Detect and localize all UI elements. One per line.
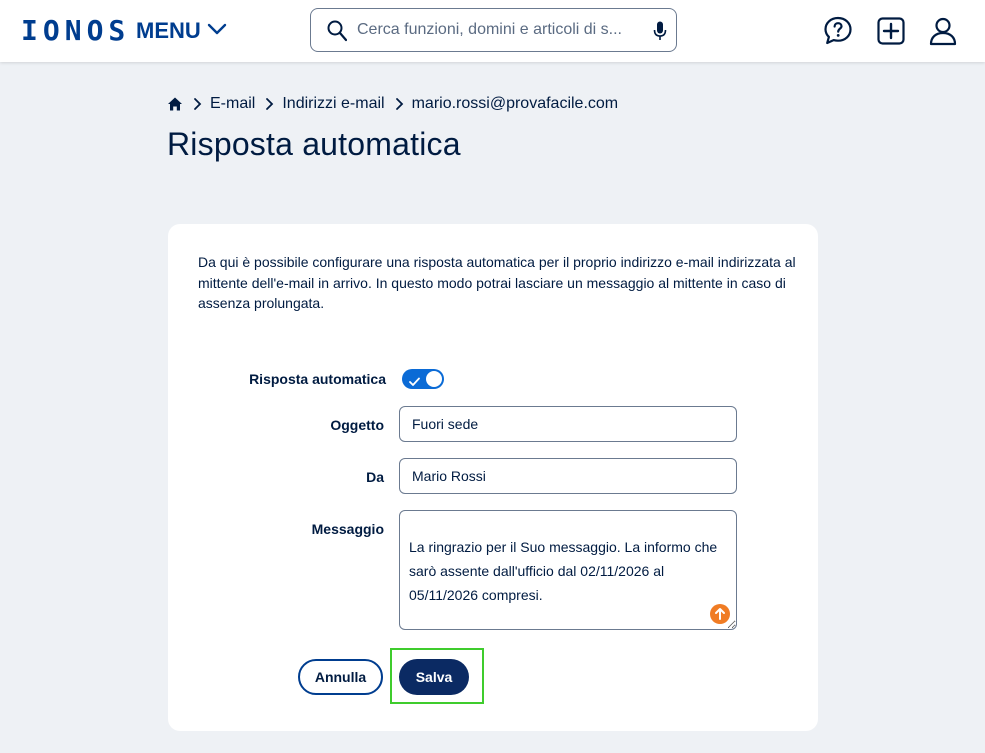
message-label: Messaggio — [311, 521, 384, 537]
cancel-button[interactable]: Annulla — [298, 659, 383, 695]
breadcrumb-link-email[interactable]: E-mail — [210, 94, 255, 114]
search-icon — [327, 20, 348, 42]
auto-reply-toggle[interactable] — [402, 369, 444, 389]
menu-label: MENU — [136, 18, 201, 43]
top-header: IONOS MENU — [0, 0, 985, 62]
page-title: Risposta automatica — [167, 126, 461, 162]
breadcrumb-link-addresses[interactable]: Indirizzi e-mail — [282, 94, 384, 114]
chevron-right-icon — [395, 97, 404, 111]
from-input[interactable] — [399, 458, 737, 494]
ionos-logo[interactable]: IONOS — [21, 17, 130, 45]
auto-reply-card: Da qui è possibile configurare una rispo… — [168, 224, 818, 731]
auto-reply-label: Risposta automatica — [249, 371, 386, 387]
check-icon — [409, 374, 420, 386]
breadcrumb: E-mail Indirizzi e-mail mario.rossi@prov… — [167, 94, 618, 114]
add-icon[interactable] — [875, 15, 907, 47]
toggle-knob — [426, 371, 442, 387]
user-icon[interactable] — [927, 15, 959, 47]
search-box[interactable] — [310, 8, 677, 52]
chevron-down-icon — [207, 22, 227, 41]
intro-text: Da qui è possibile configurare una rispo… — [198, 254, 796, 311]
chevron-right-icon — [265, 97, 274, 111]
microphone-icon[interactable] — [653, 21, 667, 41]
from-label: Da — [366, 469, 384, 485]
help-icon[interactable] — [822, 15, 854, 47]
breadcrumb-link-mailbox[interactable]: mario.rossi@provafacile.com — [412, 94, 619, 114]
main-menu-button[interactable]: MENU — [136, 18, 227, 44]
subject-label: Oggetto — [330, 417, 384, 433]
message-textarea[interactable]: La ringrazio per il Suo messaggio. La in… — [399, 510, 737, 630]
arrow-up-icon[interactable] — [710, 604, 730, 624]
home-icon[interactable] — [167, 96, 183, 112]
save-button[interactable]: Salva — [399, 659, 469, 695]
subject-input[interactable] — [399, 406, 737, 442]
chevron-right-icon — [193, 97, 202, 111]
search-input[interactable] — [357, 15, 647, 45]
